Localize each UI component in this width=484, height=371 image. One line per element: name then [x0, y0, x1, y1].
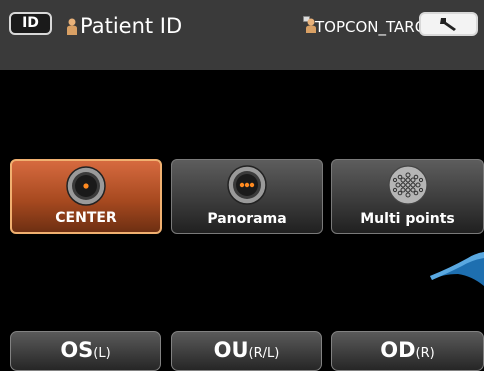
- mode-button-multi-points[interactable]: Multi points: [331, 159, 484, 234]
- eye-sublabel: (R): [415, 346, 435, 361]
- eye-button-od[interactable]: OD(R): [331, 331, 484, 371]
- id-button[interactable]: ID: [9, 12, 52, 35]
- mode-button-center[interactable]: CENTER: [10, 159, 162, 234]
- settings-button[interactable]: [419, 12, 478, 36]
- eye-label: OS: [60, 338, 94, 362]
- eye-sublabel: (R/L): [248, 346, 280, 361]
- patient-icon: [67, 18, 77, 35]
- eye-button-ou[interactable]: OU(R/L): [171, 331, 322, 371]
- eye-sublabel: (L): [93, 346, 111, 361]
- multi-dot-target-icon: [387, 165, 428, 205]
- patient-id-label[interactable]: Patient ID: [80, 13, 182, 39]
- eye-label: OD: [380, 338, 416, 362]
- mode-label: Panorama: [207, 211, 287, 227]
- top-bar: ID Patient ID TOPCON_TAROU: [0, 0, 484, 70]
- mode-button-panorama[interactable]: Panorama: [171, 159, 323, 234]
- three-dot-target-icon: [227, 165, 267, 205]
- decorative-blue-shape: [430, 252, 484, 286]
- mode-label: Multi points: [360, 211, 455, 227]
- mode-label: CENTER: [55, 210, 117, 226]
- eye-button-os[interactable]: OS(L): [10, 331, 161, 371]
- wrench-icon: [440, 18, 456, 31]
- single-dot-target-icon: [66, 166, 106, 206]
- eye-label: OU: [213, 338, 249, 362]
